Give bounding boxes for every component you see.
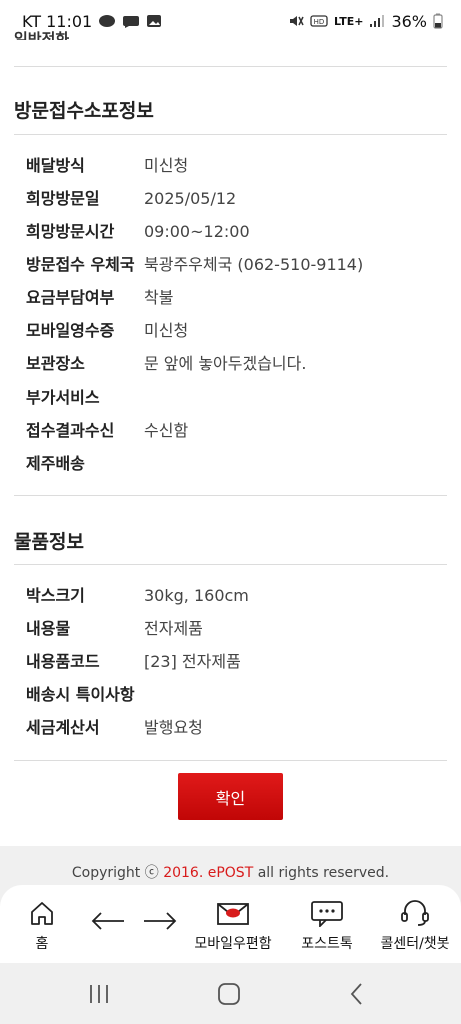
- info-label: 모바일영수증: [26, 321, 115, 340]
- copyright-year: 2016.: [163, 865, 204, 881]
- network-type: LTE+: [334, 14, 364, 28]
- info-label: 제주배송: [26, 454, 85, 473]
- info-row-tax-invoice: 세금계산서 발행요청: [26, 718, 203, 738]
- divider: [14, 66, 447, 67]
- signal-icon: [369, 14, 385, 28]
- info-label: 박스크기: [26, 586, 85, 605]
- arrow-left-icon: [91, 912, 124, 930]
- section-title-visit: 방문접수소포정보: [14, 100, 154, 122]
- info-row-visit-date: 희망방문일 2025/05/12: [26, 189, 236, 209]
- info-label: 세금계산서: [26, 718, 100, 737]
- home-icon: [31, 902, 53, 925]
- info-row-visit-time: 희망방문시간 09:00~12:00: [26, 222, 250, 242]
- divider: [14, 564, 447, 565]
- info-row-contents-code: 내용품코드 [23] 전자제품: [26, 652, 241, 672]
- info-value: [23] 전자제품: [144, 652, 241, 671]
- info-value: 미신청: [144, 156, 189, 175]
- info-row-special-notes: 배송시 특이사항: [26, 685, 144, 705]
- info-value: 미신청: [144, 321, 189, 340]
- back-system-icon[interactable]: [344, 981, 370, 1007]
- info-label: 요금부담여부: [26, 288, 115, 307]
- info-row-additional-service: 부가서비스: [26, 388, 144, 408]
- battery-icon: [433, 13, 443, 29]
- mute-icon: [288, 14, 304, 28]
- info-label: 내용물: [26, 619, 71, 638]
- system-nav-bar: [0, 963, 461, 1024]
- info-label: 보관장소: [26, 354, 85, 373]
- copyright-text: Copyright ⓒ 2016. ePOST all rights reser…: [0, 862, 461, 882]
- info-row-delivery-method: 배달방식 미신청: [26, 156, 188, 176]
- hd-icon: HD: [310, 14, 328, 28]
- info-row-storage-location: 보관장소 문 앞에 놓아두겠습니다.: [26, 354, 306, 374]
- confirm-button[interactable]: 확인: [178, 773, 283, 820]
- divider: [14, 760, 447, 761]
- info-label: 접수결과수신: [26, 421, 115, 440]
- info-value: 2025/05/12: [144, 189, 237, 208]
- nav-posttalk-label: 포스트톡: [301, 936, 353, 952]
- back-button[interactable]: [88, 885, 128, 963]
- home-system-icon[interactable]: [216, 981, 242, 1007]
- nav-callcenter[interactable]: 콜센터/챗봇: [374, 885, 456, 963]
- nav-mailbox-label: 모바일우편함: [194, 936, 272, 952]
- info-row-contents: 내용물 전자제품: [26, 619, 203, 639]
- nav-home-label: 홈: [35, 936, 49, 952]
- info-value: 발행요청: [144, 718, 203, 737]
- info-value: 착불: [144, 288, 174, 307]
- mail-icon: [217, 903, 249, 925]
- forward-button[interactable]: [140, 885, 180, 963]
- info-value: 북광주우체국 (062-510-9114): [144, 255, 364, 274]
- nav-posttalk[interactable]: 포스트톡: [298, 885, 356, 963]
- chat-bubble-icon: [122, 14, 140, 28]
- copyright-prefix: Copyright ⓒ: [71, 865, 164, 881]
- arrow-right-icon: [144, 912, 177, 930]
- info-label: 부가서비스: [26, 388, 100, 407]
- copyright-brand: ePOST: [207, 865, 254, 881]
- divider: [14, 134, 447, 135]
- previous-row-partial-text: 일반전화: [14, 30, 70, 40]
- nav-home[interactable]: 홈: [22, 885, 62, 963]
- nav-mobile-mailbox[interactable]: 모바일우편함: [190, 885, 276, 963]
- info-value: 전자제품: [144, 619, 203, 638]
- chat-icon: [311, 901, 343, 927]
- recent-apps-icon[interactable]: [86, 981, 112, 1007]
- info-row-result-notification: 접수결과수신 수신함: [26, 421, 188, 441]
- talk-icon: [98, 14, 116, 28]
- bottom-nav: 홈 모바일우편함 포스트톡 콜센터/챗봇: [0, 885, 461, 963]
- info-row-fee-payment: 요금부담여부 착불: [26, 288, 173, 308]
- info-value: 09:00~12:00: [144, 222, 250, 241]
- info-value: 30kg, 160cm: [144, 586, 249, 605]
- svg-text:HD: HD: [314, 18, 325, 26]
- info-row-post-office: 방문접수 우체국 북광주우체국 (062-510-9114): [26, 255, 363, 275]
- info-row-mobile-receipt: 모바일영수증 미신청: [26, 321, 188, 341]
- section-title-item: 물품정보: [14, 531, 84, 553]
- info-label: 희망방문시간: [26, 222, 115, 241]
- info-value: 수신함: [144, 421, 189, 440]
- info-label: 방문접수 우체국: [26, 255, 135, 274]
- info-label: 희망방문일: [26, 189, 100, 208]
- battery-percent: 36%: [391, 11, 427, 31]
- nav-callcenter-label: 콜센터/챗봇: [380, 936, 450, 952]
- info-row-jeju-delivery: 제주배송: [26, 454, 144, 474]
- info-label: 배달방식: [26, 156, 85, 175]
- headset-icon: [401, 900, 429, 926]
- info-row-box-size: 박스크기 30kg, 160cm: [26, 586, 249, 606]
- gallery-icon: [146, 14, 162, 28]
- info-label: 내용품코드: [26, 652, 100, 671]
- info-label: 배송시 특이사항: [26, 685, 135, 704]
- copyright-suffix: all rights reserved.: [253, 865, 390, 881]
- info-value: 문 앞에 놓아두겠습니다.: [144, 354, 307, 373]
- divider: [14, 495, 447, 496]
